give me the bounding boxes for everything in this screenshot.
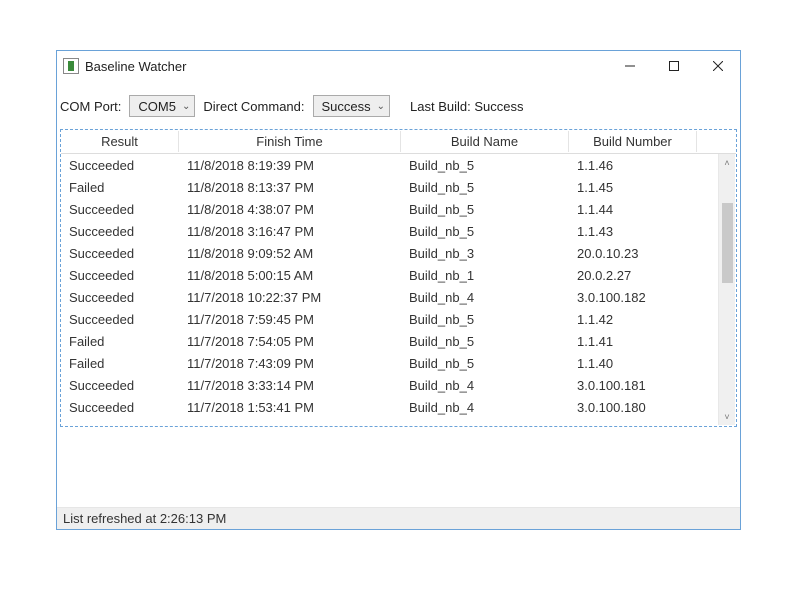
cell-build-name: Build_nb_5: [401, 178, 569, 197]
column-header-scroll-gutter: [697, 139, 717, 145]
cell-result: Succeeded: [61, 200, 179, 219]
cell-build-name: Build_nb_4: [401, 376, 569, 395]
cell-finish-time: 11/8/2018 4:38:07 PM: [179, 200, 401, 219]
cell-result: Succeeded: [61, 266, 179, 285]
status-text: List refreshed at 2:26:13 PM: [63, 511, 226, 526]
cell-build-name: Build_nb_4: [401, 398, 569, 417]
table-row[interactable]: Succeeded11/7/2018 10:22:37 PMBuild_nb_4…: [61, 286, 736, 308]
window-title: Baseline Watcher: [85, 59, 186, 74]
cell-build-name: Build_nb_1: [401, 266, 569, 285]
cell-build-name: Build_nb_5: [401, 222, 569, 241]
scroll-up-icon[interactable]: ˄: [719, 154, 736, 171]
cell-finish-time: 11/7/2018 3:33:14 PM: [179, 376, 401, 395]
scroll-down-icon[interactable]: ˅: [719, 408, 736, 425]
statusbar: List refreshed at 2:26:13 PM: [57, 507, 740, 529]
cell-build-name: Build_nb_5: [401, 200, 569, 219]
scroll-track[interactable]: [719, 171, 735, 408]
cell-result: Succeeded: [61, 310, 179, 329]
builds-grid: Result Finish Time Build Name Build Numb…: [60, 129, 737, 427]
cell-build-name: Build_nb_5: [401, 354, 569, 373]
cell-finish-time: 11/8/2018 8:13:37 PM: [179, 178, 401, 197]
close-button[interactable]: [696, 51, 740, 81]
cell-result: Failed: [61, 332, 179, 351]
window-controls: [608, 51, 740, 81]
cell-build-name: Build_nb_3: [401, 244, 569, 263]
cell-finish-time: 11/8/2018 3:16:47 PM: [179, 222, 401, 241]
cell-result: Succeeded: [61, 222, 179, 241]
cell-result: Failed: [61, 354, 179, 373]
cell-finish-time: 11/7/2018 7:43:09 PM: [179, 354, 401, 373]
direct-command-select[interactable]: Success ⌄: [313, 95, 391, 117]
table-row[interactable]: Succeeded11/8/2018 3:16:47 PMBuild_nb_51…: [61, 220, 736, 242]
cell-build-name: Build_nb_5: [401, 332, 569, 351]
cell-finish-time: 11/8/2018 9:09:52 AM: [179, 244, 401, 263]
cell-result: Failed: [61, 178, 179, 197]
table-row[interactable]: Failed11/8/2018 8:13:37 PMBuild_nb_51.1.…: [61, 176, 736, 198]
comport-select[interactable]: COM5 ⌄: [129, 95, 195, 117]
scroll-thumb[interactable]: [722, 203, 733, 283]
table-row[interactable]: Succeeded11/8/2018 8:19:39 PMBuild_nb_51…: [61, 154, 736, 176]
cell-build-number: 3.0.100.180: [569, 398, 697, 417]
column-header-build-number[interactable]: Build Number: [569, 131, 697, 152]
cell-finish-time: 11/7/2018 1:53:41 PM: [179, 398, 401, 417]
cell-build-number: 1.1.44: [569, 200, 697, 219]
cell-build-number: 3.0.100.182: [569, 288, 697, 307]
cell-build-number: 1.1.42: [569, 310, 697, 329]
cell-build-number: 1.1.43: [569, 222, 697, 241]
cell-build-number: 20.0.2.27: [569, 266, 697, 285]
toolbar: COM Port: COM5 ⌄ Direct Command: Success…: [57, 81, 740, 129]
direct-command-value: Success: [322, 99, 371, 114]
cell-result: Succeeded: [61, 398, 179, 417]
table-row[interactable]: Succeeded11/8/2018 4:38:07 PMBuild_nb_51…: [61, 198, 736, 220]
cell-result: Succeeded: [61, 288, 179, 307]
column-header-finish-time[interactable]: Finish Time: [179, 131, 401, 152]
vertical-scrollbar[interactable]: ˄ ˅: [718, 154, 735, 425]
chevron-down-icon: ⌄: [377, 101, 385, 112]
cell-build-number: 20.0.10.23: [569, 244, 697, 263]
cell-build-number: 3.0.100.181: [569, 376, 697, 395]
table-row[interactable]: Succeeded11/8/2018 5:00:15 AMBuild_nb_12…: [61, 264, 736, 286]
comport-label: COM Port:: [60, 99, 121, 114]
cell-finish-time: 11/7/2018 7:54:05 PM: [179, 332, 401, 351]
comport-value: COM5: [138, 99, 176, 114]
cell-build-number: 1.1.45: [569, 178, 697, 197]
column-header-result[interactable]: Result: [61, 131, 179, 152]
table-row[interactable]: Succeeded11/7/2018 7:59:45 PMBuild_nb_51…: [61, 308, 736, 330]
cell-finish-time: 11/7/2018 7:59:45 PM: [179, 310, 401, 329]
last-build-label: Last Build: Success: [410, 99, 523, 114]
table-row[interactable]: Succeeded11/7/2018 1:53:41 PMBuild_nb_43…: [61, 396, 736, 418]
table-row[interactable]: Failed11/7/2018 7:54:05 PMBuild_nb_51.1.…: [61, 330, 736, 352]
table-row[interactable]: Succeeded11/8/2018 9:09:52 AMBuild_nb_32…: [61, 242, 736, 264]
grid-header: Result Finish Time Build Name Build Numb…: [61, 130, 736, 154]
cell-finish-time: 11/7/2018 10:22:37 PM: [179, 288, 401, 307]
cell-finish-time: 11/8/2018 8:19:39 PM: [179, 156, 401, 175]
cell-finish-time: 11/8/2018 5:00:15 AM: [179, 266, 401, 285]
maximize-button[interactable]: [652, 51, 696, 81]
cell-build-number: 1.1.41: [569, 332, 697, 351]
cell-build-number: 1.1.46: [569, 156, 697, 175]
minimize-button[interactable]: [608, 51, 652, 81]
cell-result: Succeeded: [61, 156, 179, 175]
cell-result: Succeeded: [61, 376, 179, 395]
application-window: Baseline Watcher COM Port: COM5 ⌄ Direct…: [56, 50, 741, 530]
grid-body: Succeeded11/8/2018 8:19:39 PMBuild_nb_51…: [61, 154, 736, 426]
app-icon: [63, 58, 79, 74]
cell-build-number: 1.1.40: [569, 354, 697, 373]
table-row[interactable]: Failed11/7/2018 7:43:09 PMBuild_nb_51.1.…: [61, 352, 736, 374]
titlebar[interactable]: Baseline Watcher: [57, 51, 740, 81]
column-header-build-name[interactable]: Build Name: [401, 131, 569, 152]
cell-result: Succeeded: [61, 244, 179, 263]
cell-build-name: Build_nb_5: [401, 156, 569, 175]
cell-build-name: Build_nb_4: [401, 288, 569, 307]
cell-build-name: Build_nb_5: [401, 310, 569, 329]
direct-command-label: Direct Command:: [203, 99, 304, 114]
chevron-down-icon: ⌄: [182, 101, 190, 112]
table-row[interactable]: Succeeded11/7/2018 3:33:14 PMBuild_nb_43…: [61, 374, 736, 396]
